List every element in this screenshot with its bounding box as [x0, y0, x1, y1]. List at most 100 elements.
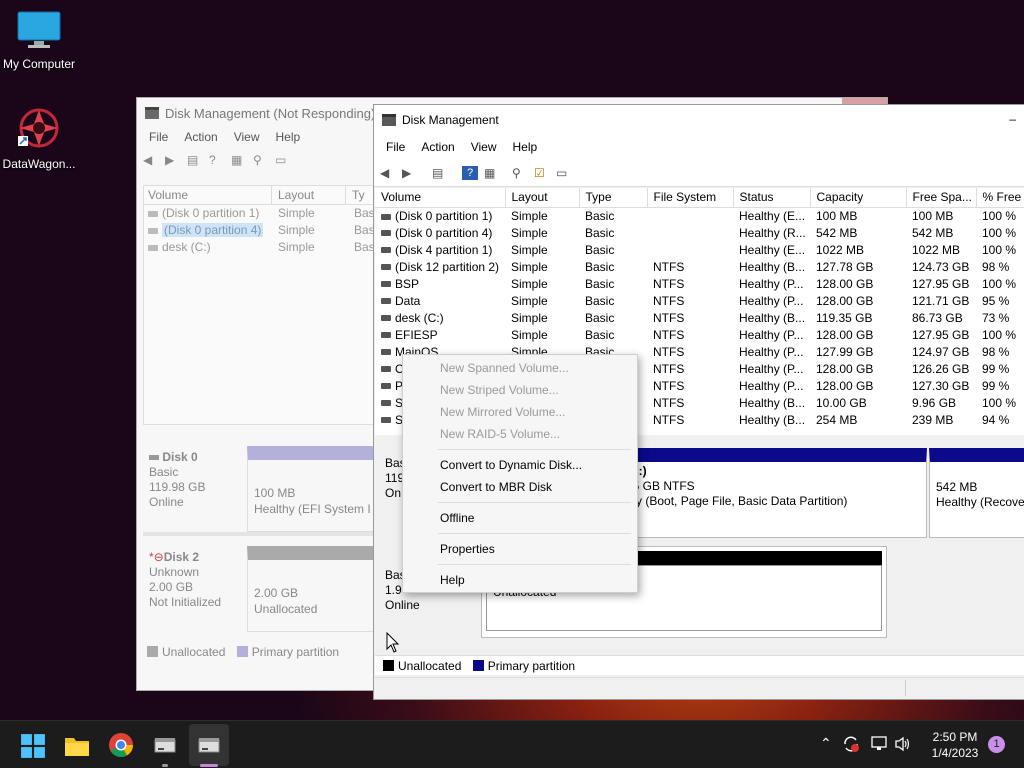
taskbar: ⌃ 2:50 PM 1/4/2023 1: [0, 720, 1024, 768]
menu-file[interactable]: File: [141, 130, 176, 144]
cell-volume: (Disk 0 partition 1): [162, 206, 260, 220]
cell-text: Healthy (B...: [739, 259, 806, 274]
chrome-icon[interactable]: [108, 732, 134, 758]
column-header-layout[interactable]: Layout: [272, 186, 346, 204]
partition-size: 542 MB: [936, 480, 978, 494]
partition-c[interactable]: (C:) 35 GB NTFS thy (Boot, Page File, Ba…: [615, 448, 927, 538]
partition-efi[interactable]: 100 MB Healthy (EFI System I: [247, 446, 383, 532]
table-row[interactable]: (Disk 0 partition 1) Simple Basi: [144, 205, 382, 222]
column-header-volume[interactable]: Volume: [375, 188, 506, 208]
column-header-free-space[interactable]: Free Spa...: [906, 188, 977, 208]
menu-action[interactable]: Action: [176, 130, 225, 144]
table-row[interactable]: (Disk 0 partition 4) Simple Basic Healthy (…: [375, 224, 1024, 241]
cell-text: 128.00 GB: [816, 293, 874, 308]
menu-view[interactable]: View: [226, 130, 268, 144]
menu-item-new-striped-volume[interactable]: New Striped Volume...: [440, 383, 559, 397]
file-explorer-icon[interactable]: [64, 733, 90, 759]
column-header-status[interactable]: Status: [733, 188, 811, 208]
volume-icon[interactable]: [894, 736, 912, 752]
disk-size: 119.98 GB: [149, 480, 206, 494]
panel-icon[interactable]: ▤: [432, 166, 448, 180]
desktop-icon-my-computer[interactable]: My Computer: [0, 10, 79, 71]
menu-help[interactable]: Help: [268, 130, 309, 144]
cell-text: 100 %: [982, 242, 1017, 257]
menu-file[interactable]: File: [378, 140, 413, 154]
column-header-layout[interactable]: Layout: [505, 188, 580, 208]
table-row[interactable]: BSP Simple Basic NTFS Healthy (P... 128.00 GB…: [375, 275, 1024, 292]
menu-view[interactable]: View: [463, 140, 505, 154]
cell-text: 128.00 GB: [816, 327, 874, 342]
disk-name: Disk 0: [162, 450, 198, 464]
menu-item-properties[interactable]: Properties: [440, 542, 495, 556]
sync-alert-icon[interactable]: [842, 735, 860, 753]
forward-icon[interactable]: ▶: [165, 153, 181, 167]
notification-badge[interactable]: 1: [988, 736, 1005, 753]
menu-item-new-spanned-volume[interactable]: New Spanned Volume...: [440, 361, 569, 375]
menu-item-convert-to-mbr-disk[interactable]: Convert to MBR Disk: [440, 480, 552, 494]
network-icon[interactable]: [870, 736, 888, 752]
notification-count: 1: [993, 738, 1000, 750]
partition-status: Healthy (Recover: [936, 495, 1024, 509]
column-header-capacity[interactable]: Capacity: [810, 188, 907, 208]
column-header-file-system[interactable]: File System: [647, 188, 734, 208]
disk-management-active-taskbar-icon[interactable]: [196, 733, 222, 759]
title-bar[interactable]: Disk Management –: [374, 105, 1024, 135]
table-row[interactable]: desk (C:) Simple Basic NTFS Healthy (B... 119…: [375, 309, 1024, 326]
help-icon[interactable]: ?: [462, 165, 478, 180]
column-header-volume[interactable]: Volume: [144, 186, 272, 204]
disk-0-row[interactable]: Disk 0 Basic 119.98 GB Online 100 MB Hea…: [143, 436, 383, 536]
table-row[interactable]: (Disk 12 partition 2) Simple Basic NTFS Heal…: [375, 258, 1024, 275]
cell-layout: Simple: [505, 258, 579, 275]
partition-recovery[interactable]: 542 MB Healthy (Recover: [929, 448, 1024, 538]
connect-icon[interactable]: ⚲: [512, 166, 528, 180]
cell-text: 100 %: [982, 395, 1017, 410]
cell-text: Basic: [585, 242, 615, 257]
minimize-button[interactable]: –: [1009, 112, 1016, 126]
menu-item-help[interactable]: Help: [440, 573, 465, 587]
cell-text: 127.99 GB: [816, 344, 874, 359]
disk-2-row[interactable]: *⊖Disk 2 Unknown 2.00 GB Not Initialized…: [143, 542, 383, 638]
volume-icon: [381, 332, 391, 339]
mouse-cursor-icon: [386, 632, 400, 653]
list-icon[interactable]: ▭: [556, 166, 572, 180]
disk-management-taskbar-icon[interactable]: [152, 733, 178, 759]
connect-icon[interactable]: ⚲: [253, 153, 269, 167]
cell-text: Healthy (P...: [739, 327, 804, 342]
list-icon[interactable]: ▭: [275, 153, 291, 167]
cell-free-space: 127.95 GB: [906, 326, 976, 343]
menu-item-new-mirrored-volume[interactable]: New Mirrored Volume...: [440, 405, 565, 419]
back-icon[interactable]: ◀: [143, 153, 159, 167]
table-row[interactable]: Data Simple Basic NTFS Healthy (P... 128.00 G…: [375, 292, 1024, 309]
clock[interactable]: 2:50 PM 1/4/2023: [918, 729, 992, 761]
help-icon[interactable]: ?: [209, 153, 225, 167]
table-row[interactable]: EFIESP Simple Basic NTFS Healthy (P... 128.00…: [375, 326, 1024, 343]
chevron-up-icon[interactable]: ⌃: [820, 735, 832, 752]
desktop-icon-datawagon[interactable]: DataWagon...: [0, 106, 79, 171]
grid-icon[interactable]: ▦: [231, 153, 247, 167]
cell-text: NTFS: [653, 395, 685, 410]
grid-icon[interactable]: ▦: [484, 166, 500, 180]
column-header-type[interactable]: Type: [579, 188, 648, 208]
panel-icon[interactable]: ▤: [187, 153, 203, 167]
menu-item-new-raid5-volume[interactable]: New RAID-5 Volume...: [440, 427, 560, 441]
cell-percent-free: 95 %: [976, 292, 1024, 309]
menu-item-convert-to-dynamic-disk[interactable]: Convert to Dynamic Disk...: [440, 458, 582, 472]
column-header-percent-free[interactable]: % Free: [976, 188, 1024, 208]
checklist-icon[interactable]: ☑: [534, 166, 550, 180]
table-row[interactable]: desk (C:) Simple Basi: [144, 239, 382, 256]
table-row-selected[interactable]: (Disk 0 partition 4) Simple Basi: [144, 222, 382, 239]
cell-type: Basic: [579, 241, 647, 258]
disk-management-icon: [382, 114, 396, 126]
cell-file-system: NTFS: [647, 292, 733, 309]
cell-capacity: 128.00 GB: [810, 326, 906, 343]
menu-action[interactable]: Action: [413, 140, 462, 154]
menu-item-offline[interactable]: Offline: [440, 511, 474, 525]
table-row[interactable]: (Disk 4 partition 1) Simple Basic Healthy (…: [375, 241, 1024, 258]
column-header-type[interactable]: Ty: [346, 186, 365, 204]
table-row[interactable]: (Disk 0 partition 1) Simple Basic Healthy (…: [375, 207, 1024, 224]
back-icon[interactable]: ◀: [380, 166, 396, 180]
forward-icon[interactable]: ▶: [402, 166, 418, 180]
partition-unallocated[interactable]: 2.00 GB Unallocated: [247, 546, 383, 632]
menu-help[interactable]: Help: [505, 140, 546, 154]
start-windows-icon[interactable]: [20, 733, 46, 759]
